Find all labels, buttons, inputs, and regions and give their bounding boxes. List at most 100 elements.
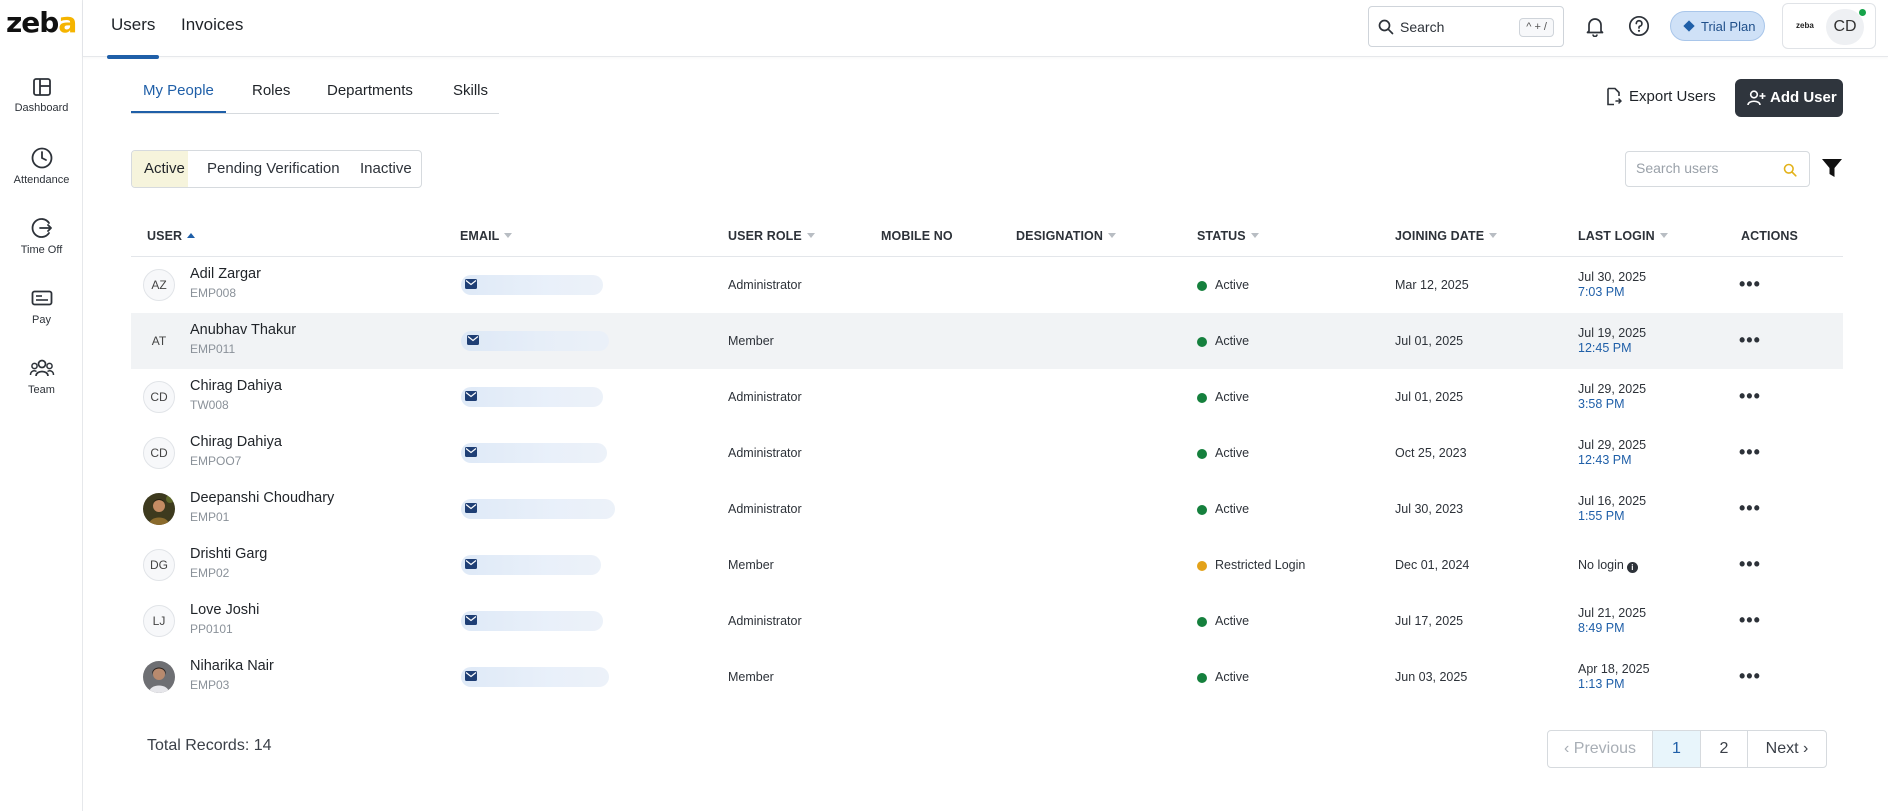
mail-icon bbox=[465, 279, 477, 289]
rail-item-pay[interactable]: Pay bbox=[0, 286, 83, 326]
global-search-input[interactable]: Search ^ + / bbox=[1368, 6, 1564, 47]
online-indicator bbox=[1858, 8, 1867, 17]
mail-icon bbox=[465, 671, 477, 681]
table-row[interactable]: Deepanshi Choudhary EMP01 Administrator … bbox=[131, 481, 1843, 537]
status-text: Active bbox=[1215, 278, 1250, 292]
user-search-field[interactable] bbox=[1625, 151, 1810, 187]
rail-label: Team bbox=[28, 384, 55, 396]
status-text: Active bbox=[1215, 334, 1250, 348]
time-off-icon bbox=[31, 218, 52, 238]
column-header-user-role[interactable]: USER ROLE bbox=[728, 229, 815, 243]
chevron-right-icon: › bbox=[1798, 740, 1809, 757]
add-user-button[interactable]: Add User bbox=[1735, 79, 1843, 117]
status-dot bbox=[1197, 393, 1207, 403]
trial-plan-badge[interactable]: Trial Plan bbox=[1670, 11, 1765, 41]
table-row[interactable]: Niharika Nair EMP03 Member Active Jun 03… bbox=[131, 649, 1843, 705]
table-row[interactable]: AT Anubhav Thakur EMP011 Member Active J… bbox=[131, 313, 1843, 369]
tab-roles[interactable]: Roles bbox=[252, 82, 290, 99]
column-header-status[interactable]: STATUS bbox=[1197, 229, 1259, 243]
user-name[interactable]: Drishti Garg bbox=[190, 546, 267, 562]
user-name[interactable]: Niharika Nair bbox=[190, 658, 274, 674]
table-row[interactable]: CD Chirag Dahiya TW008 Administrator Act… bbox=[131, 369, 1843, 425]
tab-users[interactable]: Users bbox=[106, 15, 160, 59]
mail-icon bbox=[465, 559, 477, 569]
status-option-pending[interactable]: Pending Verification bbox=[207, 151, 340, 187]
column-header-user[interactable]: USER bbox=[147, 229, 196, 243]
table-row[interactable]: LJ Love Joshi PP0101 Administrator Activ… bbox=[131, 593, 1843, 649]
tab-skills[interactable]: Skills bbox=[453, 82, 488, 99]
status-option-inactive[interactable]: Inactive bbox=[360, 151, 412, 187]
column-header-designation[interactable]: DESIGNATION bbox=[1016, 229, 1116, 243]
column-label: JOINING DATE bbox=[1395, 229, 1485, 243]
info-icon[interactable]: i bbox=[1626, 562, 1638, 573]
row-actions-menu[interactable]: ••• bbox=[1739, 555, 1761, 573]
search-placeholder: Search bbox=[1400, 19, 1445, 35]
email-redacted bbox=[461, 555, 601, 575]
email-redacted bbox=[461, 275, 603, 295]
user-search-input[interactable] bbox=[1636, 160, 1776, 176]
previous-page-button[interactable]: ‹ Previous bbox=[1548, 731, 1653, 767]
email-redacted bbox=[461, 331, 609, 351]
rail-item-attendance[interactable]: Attendance bbox=[0, 146, 83, 186]
row-actions-menu[interactable]: ••• bbox=[1739, 443, 1761, 461]
user-role: Administrator bbox=[728, 446, 802, 460]
row-actions-menu[interactable]: ••• bbox=[1739, 667, 1761, 685]
sort-icon bbox=[1659, 233, 1668, 238]
page-1-button[interactable]: 1 bbox=[1653, 731, 1701, 767]
sort-ascending-icon bbox=[187, 233, 196, 238]
row-actions-menu[interactable]: ••• bbox=[1739, 611, 1761, 629]
employee-id: EMP008 bbox=[190, 286, 237, 300]
user-name[interactable]: Adil Zargar bbox=[190, 266, 261, 282]
row-actions-menu[interactable]: ••• bbox=[1739, 387, 1761, 405]
add-user-label: Add User bbox=[1770, 89, 1837, 106]
previous-label: Previous bbox=[1573, 740, 1637, 757]
tab-my-people[interactable]: My People bbox=[131, 82, 226, 113]
rail-item-team[interactable]: Team bbox=[0, 356, 83, 396]
table-row[interactable]: CD Chirag Dahiya EMPOO7 Administrator Ac… bbox=[131, 425, 1843, 481]
user-name[interactable]: Chirag Dahiya bbox=[190, 434, 282, 450]
user-name[interactable]: Chirag Dahiya bbox=[190, 378, 282, 394]
tab-departments[interactable]: Departments bbox=[327, 82, 413, 99]
team-icon bbox=[29, 359, 54, 377]
email-redacted bbox=[461, 499, 615, 519]
user-name[interactable]: Love Joshi bbox=[190, 602, 259, 618]
column-header-email[interactable]: EMAIL bbox=[460, 229, 513, 243]
next-label: Next bbox=[1765, 740, 1799, 757]
user-name[interactable]: Anubhav Thakur bbox=[190, 322, 296, 338]
status-option-active[interactable]: Active bbox=[132, 151, 188, 187]
next-page-button[interactable]: Next › bbox=[1748, 731, 1826, 767]
column-label: STATUS bbox=[1197, 229, 1246, 243]
tab-invoices[interactable]: Invoices bbox=[181, 15, 243, 35]
notifications-button[interactable] bbox=[1584, 15, 1606, 42]
user-name[interactable]: Deepanshi Choudhary bbox=[190, 490, 334, 506]
last-login-time: 7:03 PM bbox=[1578, 285, 1625, 299]
row-actions-menu[interactable]: ••• bbox=[1739, 275, 1761, 293]
last-login-time: 12:45 PM bbox=[1578, 341, 1632, 355]
column-header-last-login[interactable]: LAST LOGIN bbox=[1578, 229, 1668, 243]
status-text: Active bbox=[1215, 670, 1250, 684]
employee-id: PP0101 bbox=[190, 622, 233, 636]
email-redacted bbox=[461, 611, 603, 631]
sort-icon bbox=[806, 233, 815, 238]
row-actions-menu[interactable]: ••• bbox=[1739, 499, 1761, 517]
no-login-label: No login bbox=[1578, 558, 1624, 572]
rail-item-time-off[interactable]: Time Off bbox=[0, 216, 83, 256]
table-row[interactable]: DG Drishti Garg EMP02 Member Restricted … bbox=[131, 537, 1843, 593]
help-button[interactable] bbox=[1628, 15, 1650, 42]
joining-date: Jun 03, 2025 bbox=[1395, 670, 1468, 684]
table-row[interactable]: AZ Adil Zargar EMP008 Administrator Acti… bbox=[131, 257, 1843, 313]
pagination: ‹ Previous 1 2 Next › bbox=[1547, 730, 1827, 768]
rail-item-dashboard[interactable]: Dashboard bbox=[0, 76, 83, 114]
status-dot bbox=[1197, 561, 1207, 571]
page-2-button[interactable]: 2 bbox=[1701, 731, 1748, 767]
filter-button[interactable] bbox=[1821, 157, 1843, 184]
column-label: EMAIL bbox=[460, 229, 500, 243]
app-logo[interactable]: zeba bbox=[6, 6, 77, 39]
export-users-label: Export Users bbox=[1629, 88, 1716, 105]
row-actions-menu[interactable]: ••• bbox=[1739, 331, 1761, 349]
user-role: Member bbox=[728, 670, 774, 684]
account-menu[interactable]: zeba CD bbox=[1782, 3, 1876, 49]
email-redacted bbox=[461, 443, 607, 463]
column-header-mobile-no: MOBILE NO bbox=[881, 229, 953, 243]
column-header-joining-date[interactable]: JOINING DATE bbox=[1395, 229, 1498, 243]
